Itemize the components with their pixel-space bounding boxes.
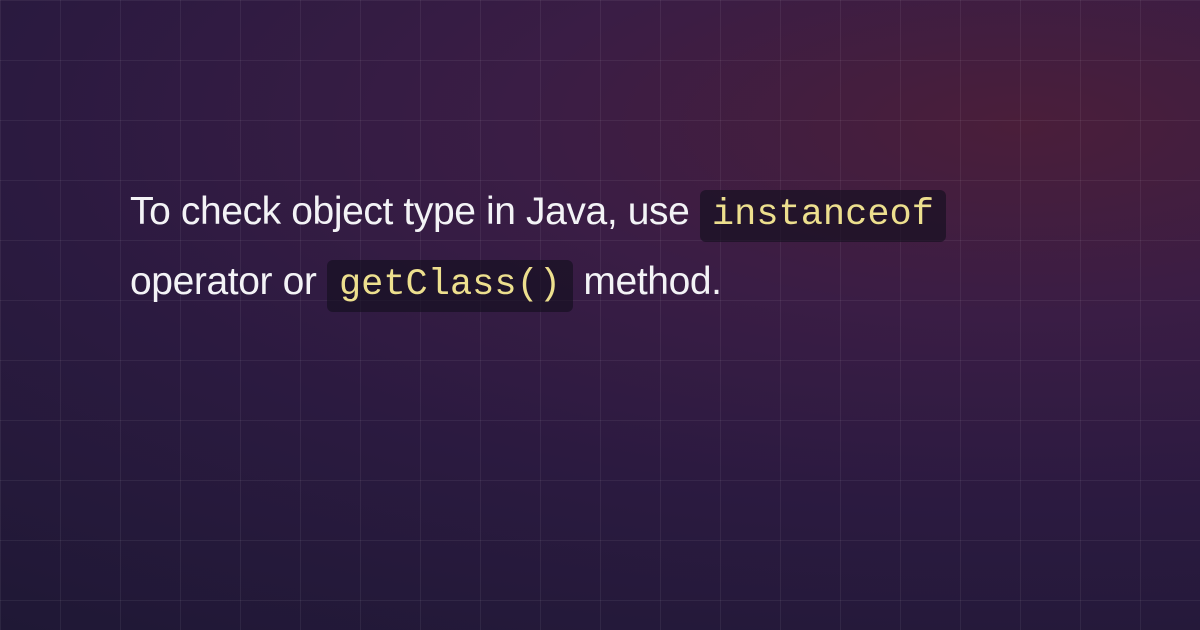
text-segment-3: method. [573, 260, 722, 303]
code-inline-instanceof: instanceof [700, 190, 946, 242]
code-inline-getclass: getClass() [327, 260, 573, 312]
main-text: To check object type in Java, use instan… [130, 178, 1070, 318]
text-segment-1: To check object type in Java, use [130, 190, 700, 233]
text-segment-2: operator or [130, 260, 327, 303]
